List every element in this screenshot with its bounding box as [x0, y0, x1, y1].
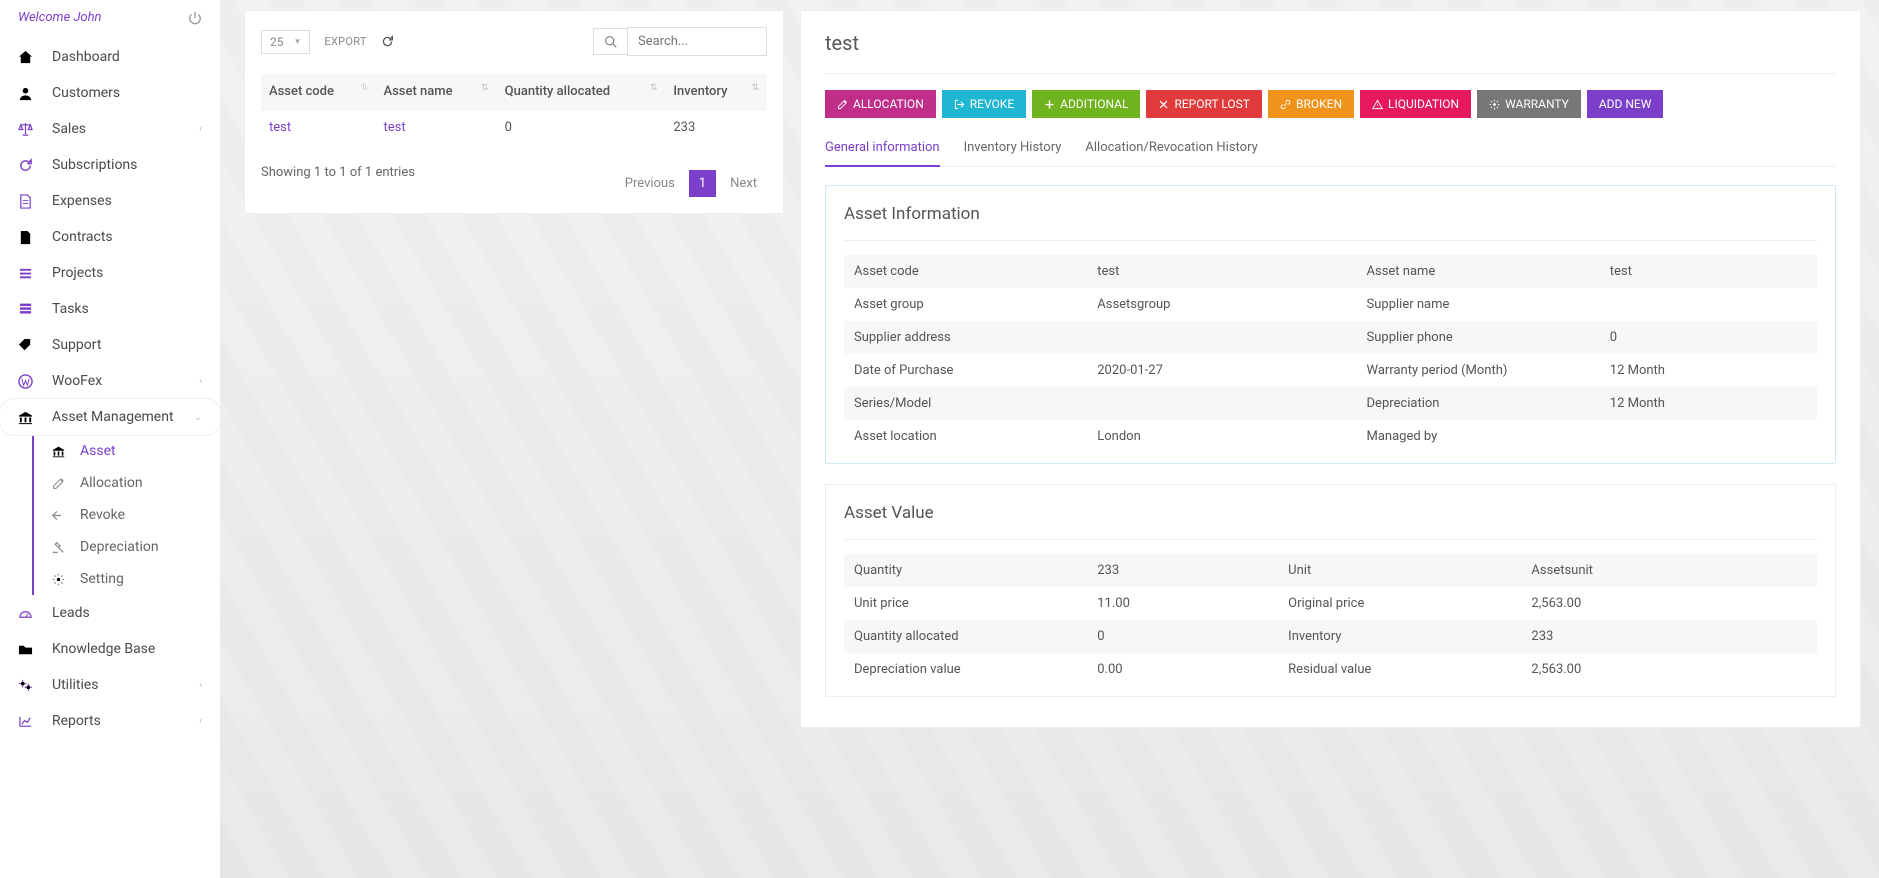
info-row: Asset locationLondonManaged by — [844, 420, 1817, 453]
welcome-text: Welcome John — [18, 10, 102, 25]
home-icon — [18, 50, 38, 65]
nav-item-expenses[interactable]: Expenses — [0, 183, 220, 219]
allocation-button[interactable]: ALLOCATION — [825, 90, 936, 118]
subnav-depreciation[interactable]: Depreciation — [34, 531, 220, 563]
sort-icon: ⥮ — [361, 84, 368, 93]
nav-item-woofex[interactable]: WooFex‹ — [0, 363, 220, 399]
nav-item-tasks[interactable]: Tasks — [0, 291, 220, 327]
chevron-down-icon: ▼ — [294, 37, 302, 46]
col-quantity-allocated[interactable]: Quantity allocated⇅ — [497, 74, 666, 110]
gauge-icon — [18, 606, 38, 621]
info-row: Depreciation value0.00Residual value2,56… — [844, 653, 1817, 686]
scale-icon — [18, 122, 38, 137]
nav-item-sales[interactable]: Sales‹ — [0, 111, 220, 147]
search-input[interactable] — [627, 27, 767, 56]
nav-item-contracts[interactable]: Contracts — [0, 219, 220, 255]
list-icon — [18, 302, 38, 317]
col-inventory[interactable]: Inventory⇅ — [665, 74, 767, 110]
prev-button[interactable]: Previous — [615, 170, 685, 197]
asset-detail-panel: test ALLOCATION REVOKE ADDITIONAL REPORT… — [800, 10, 1861, 728]
revoke-button[interactable]: REVOKE — [942, 90, 1026, 118]
page-1[interactable]: 1 — [689, 170, 716, 197]
menu-icon — [18, 266, 38, 281]
detail-title: test — [825, 31, 1836, 55]
subnav-asset[interactable]: Asset — [34, 435, 220, 467]
asset-code-link[interactable]: test — [269, 120, 291, 135]
nav-item-support[interactable]: Support — [0, 327, 220, 363]
sidebar: Welcome John DashboardCustomersSales‹Sub… — [0, 0, 220, 878]
add-new-button[interactable]: ADD NEW — [1587, 90, 1664, 118]
asset-table: Asset code⥮Asset name⇅Quantity allocated… — [261, 74, 767, 145]
tab-inventory-history[interactable]: Inventory History — [964, 132, 1062, 166]
chevron-icon: ‹ — [199, 376, 202, 387]
user-icon — [18, 86, 38, 101]
asset-info-box: Asset Information Asset codetestAsset na… — [825, 185, 1836, 464]
folder-icon — [18, 642, 38, 657]
chart-icon — [18, 714, 38, 729]
bank-icon — [52, 445, 70, 458]
info-row: Series/ModelDepreciation12 Month — [844, 387, 1817, 420]
nav-item-utilities[interactable]: Utilities‹ — [0, 667, 220, 703]
chevron-icon: ‹ — [199, 716, 202, 727]
asset-list-panel: 25 ▼ EXPORT Asset code⥮Asset name⇅Quanti… — [244, 10, 784, 214]
chevron-icon: ‹ — [199, 680, 202, 691]
sort-icon: ⇅ — [650, 84, 658, 93]
subnav-setting[interactable]: Setting — [34, 563, 220, 595]
nav-item-leads[interactable]: Leads — [0, 595, 220, 631]
refresh-icon — [18, 158, 38, 173]
refresh-icon[interactable] — [381, 35, 394, 48]
value-heading: Asset Value — [844, 503, 1817, 523]
subnav-allocation[interactable]: Allocation — [34, 467, 220, 499]
chevron-icon: ‹ — [199, 124, 202, 135]
info-heading: Asset Information — [844, 204, 1817, 224]
nav-item-subscriptions[interactable]: Subscriptions — [0, 147, 220, 183]
sort-icon: ⇅ — [481, 84, 489, 93]
bank-icon — [18, 410, 38, 425]
edit-icon — [52, 477, 70, 490]
asset-name-link[interactable]: test — [384, 120, 406, 135]
info-row: Date of Purchase2020-01-27Warranty perio… — [844, 354, 1817, 387]
info-row: Quantity233UnitAssetsunit — [844, 554, 1817, 587]
subnav-revoke[interactable]: Revoke — [34, 499, 220, 531]
cog-icon — [52, 573, 70, 586]
back-icon — [52, 509, 70, 522]
warranty-button[interactable]: WARRANTY — [1477, 90, 1581, 118]
additional-button[interactable]: ADDITIONAL — [1032, 90, 1140, 118]
nav-item-reports[interactable]: Reports‹ — [0, 703, 220, 739]
nav-item-projects[interactable]: Projects — [0, 255, 220, 291]
col-asset-name[interactable]: Asset name⇅ — [376, 74, 497, 110]
sort-icon: ⇅ — [751, 84, 759, 93]
tab-general-information[interactable]: General information — [825, 132, 940, 167]
next-button[interactable]: Next — [720, 170, 767, 197]
nav-item-customers[interactable]: Customers — [0, 75, 220, 111]
gavel-icon — [52, 541, 70, 554]
tag-icon — [18, 338, 38, 353]
tab-allocation-revocation-history[interactable]: Allocation/Revocation History — [1085, 132, 1257, 166]
nav-item-knowledge-base[interactable]: Knowledge Base — [0, 631, 220, 667]
report-lost-button[interactable]: REPORT LOST — [1146, 90, 1262, 118]
file-icon — [18, 194, 38, 209]
doc-icon — [18, 230, 38, 245]
liquidation-button[interactable]: LIQUIDATION — [1360, 90, 1471, 118]
table-row[interactable]: test test 0 233 — [261, 110, 767, 146]
info-row: Asset groupAssetsgroupSupplier name — [844, 288, 1817, 321]
chevron-icon: ⌄ — [194, 412, 202, 423]
cogs-icon — [18, 678, 38, 693]
export-button[interactable]: EXPORT — [324, 35, 366, 48]
info-row: Supplier addressSupplier phone0 — [844, 321, 1817, 354]
wp-icon — [18, 374, 38, 389]
info-row: Quantity allocated0Inventory233 — [844, 620, 1817, 653]
broken-button[interactable]: BROKEN — [1268, 90, 1354, 118]
asset-value-box: Asset Value Quantity233UnitAssetsunitUni… — [825, 484, 1836, 697]
search-icon — [593, 28, 627, 55]
col-asset-code[interactable]: Asset code⥮ — [261, 74, 376, 110]
info-row: Asset codetestAsset nametest — [844, 255, 1817, 288]
logout-icon[interactable] — [188, 11, 202, 25]
page-size-select[interactable]: 25 ▼ — [261, 30, 310, 54]
nav-item-asset-management[interactable]: Asset Management⌄ — [0, 399, 220, 435]
info-row: Unit price11.00Original price2,563.00 — [844, 587, 1817, 620]
nav-item-dashboard[interactable]: Dashboard — [0, 39, 220, 75]
